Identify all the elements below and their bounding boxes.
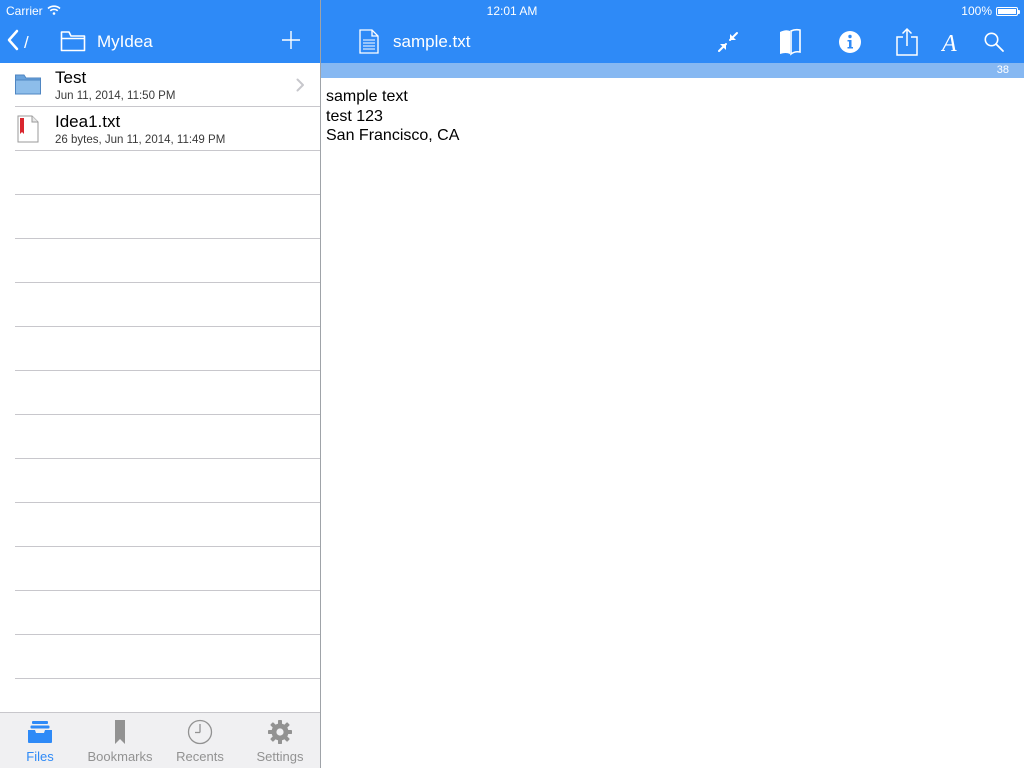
tab-bar: Files Bookmarks Recents Settings [0,712,320,768]
path-label: / [24,32,29,52]
bookmark-icon [80,719,160,745]
folder-title: MyIdea [97,32,153,51]
line-count-label: 38 [996,64,1009,76]
tab-recents[interactable]: Recents [160,713,240,768]
file-name: Test [55,68,87,87]
folder-icon [15,72,41,101]
search-icon [984,32,1004,52]
editor-line: test 123 [326,107,383,125]
list-item-test-folder[interactable]: Test Jun 11, 2014, 11:50 PM [0,63,320,107]
info-icon [839,31,861,53]
tab-files[interactable]: Files [0,713,80,768]
book-button[interactable] [775,27,805,57]
status-left: Carrier [6,4,61,18]
empty-list-row [0,239,320,283]
pane-divider [320,0,321,768]
empty-list-row [0,547,320,591]
empty-list-row [0,459,320,503]
tab-label: Settings [256,749,304,764]
search-button[interactable] [979,27,1009,57]
text-file-icon [17,115,39,148]
list-item-idea1-file[interactable]: Idea1.txt 26 bytes, Jun 11, 2014, 11:49 … [0,107,320,151]
tab-label: Files [26,749,54,764]
battery-fill [998,8,1016,14]
tab-label: Recents [176,749,224,764]
add-button[interactable] [281,30,301,55]
file-detail: 26 bytes, Jun 11, 2014, 11:49 PM [55,134,226,146]
back-button[interactable]: / [6,28,29,57]
right-nav-bar: sample.txt A [321,20,1024,63]
carrier-label: Carrier [6,4,43,18]
document-title: sample.txt [393,32,471,51]
text-editor[interactable]: sample text test 123 San Francisco, CA [326,87,1006,146]
empty-list-row [0,635,320,679]
empty-list-row [0,415,320,459]
font-button[interactable]: A [937,27,967,57]
empty-list-row [0,679,320,712]
left-nav-bar: / MyIdea [0,20,320,63]
tab-settings[interactable]: Settings [240,713,320,768]
book-icon [780,28,801,56]
gear-icon [240,719,320,745]
folder-outline-icon [60,30,86,57]
file-detail: Jun 11, 2014, 11:50 PM [55,90,176,102]
collapse-arrows-icon [718,32,738,52]
clock-icon [160,719,240,745]
collapse-button[interactable] [713,27,743,57]
empty-list-row [0,591,320,635]
font-icon: A [941,31,957,55]
empty-list-row [0,327,320,371]
battery-icon [996,6,1020,16]
status-time: 12:01 AM [486,4,538,18]
document-icon [359,29,379,59]
info-button[interactable] [835,27,865,57]
tab-label: Bookmarks [87,749,153,764]
editor-line: San Francisco, CA [326,127,460,144]
empty-list-row [0,283,320,327]
wifi-icon [47,4,61,18]
empty-list-row [0,151,320,195]
chevron-left-icon [6,28,20,57]
editor-line: sample text [326,88,408,105]
file-list: Test Jun 11, 2014, 11:50 PM Idea1.txt 26… [0,63,320,712]
status-right: 100% [961,4,1020,18]
empty-list-row [0,195,320,239]
line-count-bar: 38 [321,63,1024,78]
share-button[interactable] [892,27,922,57]
chevron-right-icon [296,78,305,97]
svg-text:A: A [941,31,957,55]
share-icon [896,27,918,56]
empty-list-row [0,371,320,415]
files-tray-icon [0,719,80,745]
battery-percent: 100% [961,4,992,18]
tab-bookmarks[interactable]: Bookmarks [80,713,160,768]
file-name: Idea1.txt [55,112,121,131]
app-window: Carrier 12:01 AM 100% / MyIdea sample.tx… [0,0,1024,768]
empty-list-row [0,503,320,547]
plus-icon [282,31,300,49]
status-bar: Carrier 12:01 AM 100% [0,0,1024,20]
